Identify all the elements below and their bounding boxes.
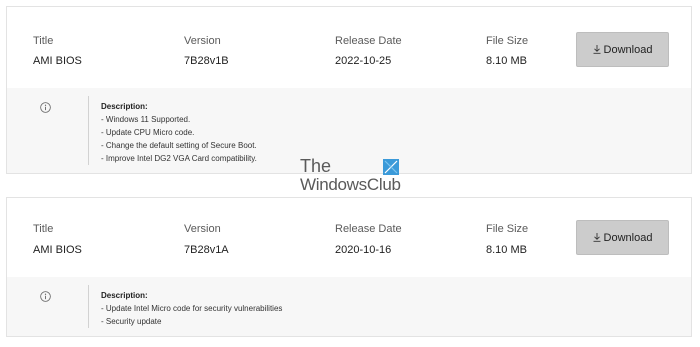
title-column-label: Title [33, 223, 54, 235]
description-line: - Security update [101, 317, 162, 326]
watermark-text-line1: The [300, 156, 332, 176]
version-column-label: Version [184, 35, 221, 47]
description-line: - Windows 11 Supported. [101, 115, 191, 124]
windows-club-logo-icon [383, 159, 399, 175]
version-column-label: Version [184, 223, 221, 235]
entry-header-row: Title AMI BIOS Version 7B28v1A Release D… [7, 198, 691, 277]
entry-header-row: Title AMI BIOS Version 7B28v1B Release D… [7, 7, 691, 88]
description-heading: Description: [101, 291, 148, 300]
download-button-label: Download [603, 231, 653, 244]
download-arrow-icon [593, 45, 601, 54]
description-text: Description: - Update Intel Micro code f… [101, 289, 282, 328]
file-size-value: 8.10 MB [486, 55, 527, 67]
download-button[interactable]: Download [576, 32, 669, 67]
description-line: - Update Intel Micro code for security v… [101, 304, 283, 313]
title-column-label: Title [33, 35, 54, 47]
description-line: - Improve Intel DG2 VGA Card compatibili… [101, 154, 257, 163]
release-date-value: 2022-10-25 [335, 55, 392, 67]
info-circle-icon [40, 291, 51, 302]
description-heading: Description: [101, 102, 148, 111]
description-line: - Change the default setting of Secure B… [101, 141, 257, 150]
version-value: 7B28v1B [184, 55, 229, 67]
description-line: - Update CPU Micro code. [101, 128, 195, 137]
bios-entry-card: Title AMI BIOS Version 7B28v1A Release D… [6, 197, 692, 337]
watermark-logo: The WindowsClub [300, 157, 404, 197]
description-divider [88, 96, 89, 165]
version-value: 7B28v1A [184, 244, 229, 256]
release-date-value: 2020-10-16 [335, 244, 392, 256]
release-date-column-label: Release Date [335, 223, 402, 235]
download-arrow-icon [593, 233, 601, 242]
file-size-column-label: File Size [486, 35, 529, 47]
release-date-column-label: Release Date [335, 35, 402, 47]
info-circle-icon [40, 102, 51, 113]
watermark-text-line2: WindowsClub [300, 175, 401, 194]
file-size-value: 8.10 MB [486, 244, 527, 256]
bios-entry-card: Title AMI BIOS Version 7B28v1B Release D… [6, 6, 692, 174]
description-panel: Description: - Update Intel Micro code f… [7, 277, 691, 336]
download-button[interactable]: Download [576, 220, 669, 255]
download-button-label: Download [603, 43, 653, 56]
title-value: AMI BIOS [33, 244, 82, 256]
title-value: AMI BIOS [33, 55, 82, 67]
description-divider [88, 285, 89, 328]
file-size-column-label: File Size [486, 223, 529, 235]
description-text: Description: - Windows 11 Supported. - U… [101, 100, 257, 165]
